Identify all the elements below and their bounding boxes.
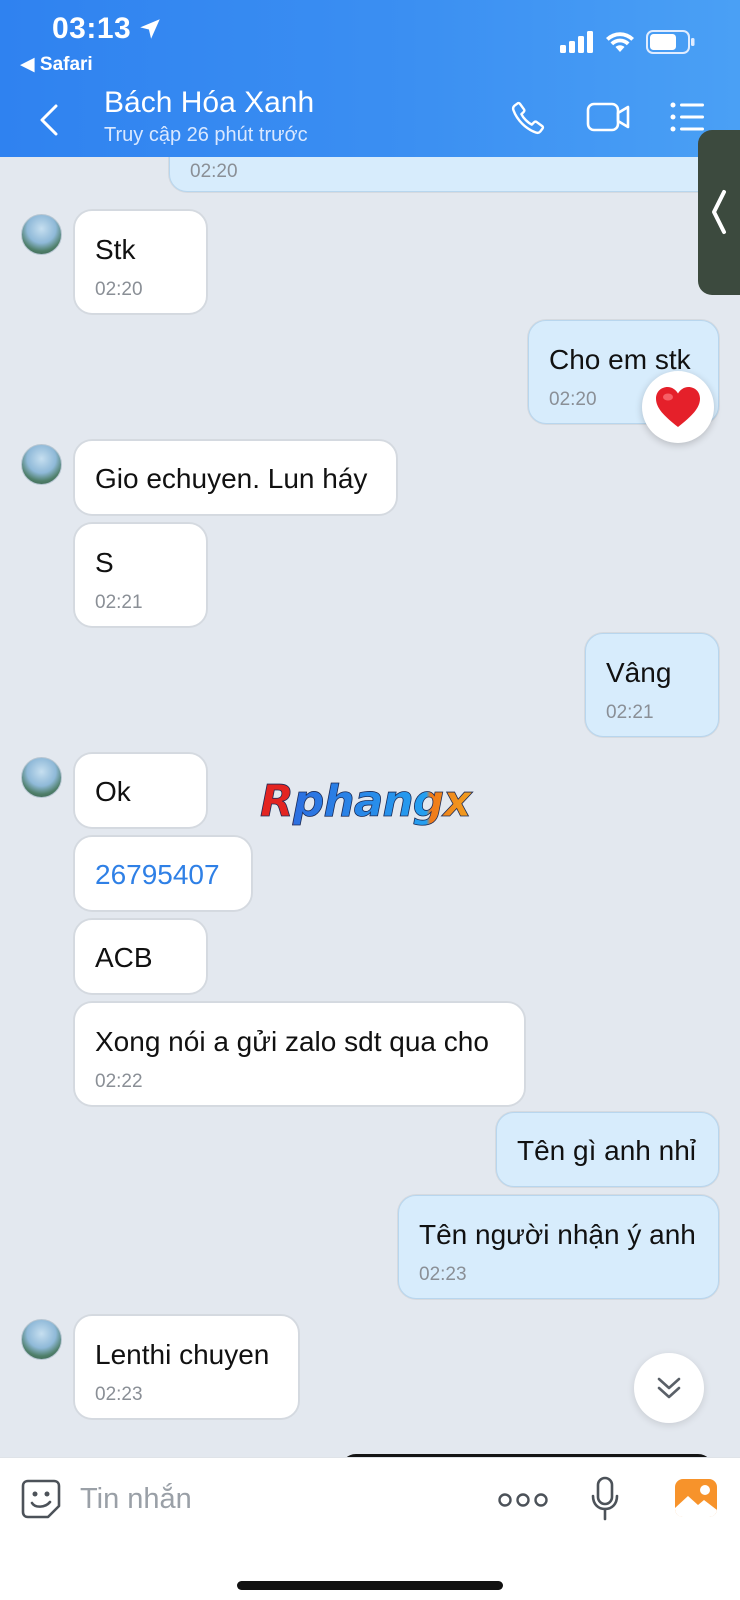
message-composer [0, 1457, 740, 1600]
message-bubble-outgoing[interactable]: Tên gì anh nhỉ [496, 1112, 719, 1187]
message-text: Lenthi chuyen [95, 1339, 270, 1370]
image-gallery-icon[interactable] [674, 1478, 718, 1518]
message-input[interactable] [80, 1476, 460, 1522]
message-time: 02:20 [95, 279, 143, 300]
last-seen-status: Truy cập 26 phút trước [104, 124, 308, 146]
message-time: 02:20 [190, 161, 238, 182]
message-time: 02:22 [95, 1071, 143, 1092]
microphone-icon[interactable] [590, 1476, 620, 1522]
scroll-to-bottom-button[interactable] [634, 1353, 704, 1423]
battery-icon [646, 30, 695, 54]
watermark-logo: Rphangx [258, 772, 488, 843]
message-time: 02:20 [549, 389, 597, 410]
contact-avatar[interactable] [21, 757, 62, 798]
message-bubble-incoming[interactable]: S 02:21 [74, 523, 207, 627]
message-text: Gio echuyen. Lun háy [95, 463, 368, 494]
message-text: Ok [95, 776, 131, 807]
message-time: 02:21 [606, 702, 654, 723]
phone-call-icon[interactable] [510, 100, 546, 136]
message-bubble-outgoing[interactable]: Vâng 02:21 [585, 633, 719, 737]
message-bubble-incoming[interactable]: Lenthi chuyen 02:23 [74, 1315, 299, 1419]
message-time: 02:23 [419, 1264, 467, 1285]
back-arrow-icon[interactable] [34, 100, 64, 140]
more-options-icon[interactable] [498, 1488, 548, 1512]
message-bubble-incoming[interactable]: ACB [74, 919, 207, 994]
menu-list-icon[interactable] [670, 100, 706, 134]
status-time: 03:13 [52, 12, 132, 45]
message-text: Tên gì anh nhỉ [517, 1135, 697, 1166]
heart-reaction-icon[interactable] [642, 371, 714, 443]
chevron-left-icon [712, 190, 726, 234]
message-bubble-incoming[interactable]: 26795407 [74, 836, 252, 911]
message-bubble-outgoing[interactable]: Tên người nhận ý anh 02:23 [398, 1195, 719, 1299]
chat-header: 03:13 ◀ Safari Bách Hóa Xanh Truy cập 26… [0, 0, 740, 157]
back-to-safari[interactable]: ◀ Safari [20, 53, 93, 76]
signal-icon [560, 31, 593, 53]
sticker-emoji-icon[interactable] [20, 1478, 62, 1520]
double-chevron-down-icon [657, 1377, 681, 1399]
status-icons [560, 28, 696, 56]
message-text: ACB [95, 942, 153, 973]
location-arrow-icon [140, 19, 160, 39]
message-bubble-incoming[interactable]: Xong nói a gửi zalo sdt qua cho 02:22 [74, 1002, 525, 1106]
wifi-icon [606, 32, 634, 52]
heart-icon [656, 387, 700, 427]
contact-avatar[interactable] [21, 1319, 62, 1360]
message-text: Stk [95, 234, 136, 265]
message-bubble-incoming[interactable]: Gio echuyen. Lun háy [74, 440, 397, 515]
watermark-logo-graphic: Rphangx [260, 776, 475, 828]
message-time: 02:23 [95, 1384, 143, 1405]
svg-text:Rphangx: Rphangx [260, 776, 473, 827]
message-text: S [95, 547, 114, 578]
message-bubble-incoming[interactable]: Ok [74, 753, 207, 828]
home-indicator [237, 1581, 503, 1590]
message-text: Tên người nhận ý anh [419, 1219, 696, 1250]
message-bubble-incoming[interactable]: Stk 02:20 [74, 210, 207, 314]
message-text: Vâng [606, 657, 672, 688]
account-number-link[interactable]: 26795407 [95, 861, 220, 889]
message-text: Xong nói a gửi zalo sdt qua cho [95, 1026, 489, 1057]
message-text: Cho em stk [549, 344, 691, 375]
contact-avatar[interactable] [21, 444, 62, 485]
video-call-icon[interactable] [586, 100, 630, 134]
side-panel-tab[interactable] [698, 130, 740, 295]
chat-title[interactable]: Bách Hóa Xanh [104, 86, 314, 120]
contact-avatar[interactable] [21, 214, 62, 255]
message-time: 02:21 [95, 592, 143, 613]
message-bubble-outgoing[interactable]: 02:20 [169, 157, 719, 192]
